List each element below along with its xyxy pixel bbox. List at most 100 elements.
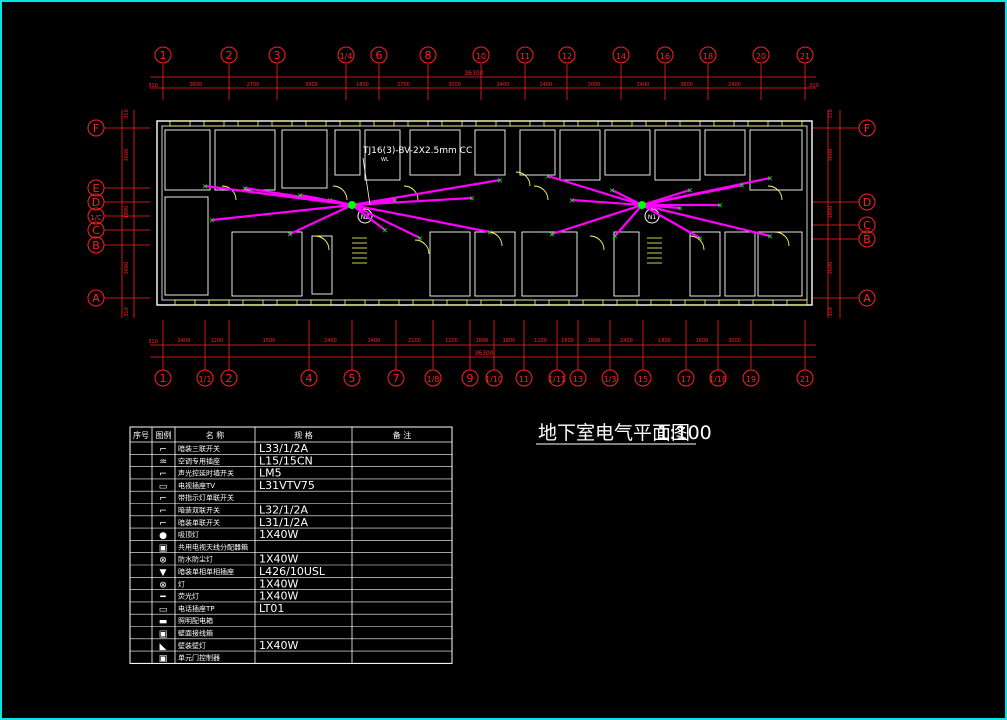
legend-spec: L32/1/2A	[259, 504, 309, 517]
legend-header: 规 格	[294, 430, 313, 440]
dim-bottom-label: 1800	[696, 338, 709, 344]
dim-top-label: 1800	[356, 82, 369, 88]
legend-name: 暗装双联开关	[178, 506, 220, 515]
window-top	[339, 120, 361, 127]
window-bottom	[480, 299, 502, 306]
legend-spec: L31VTV75	[259, 479, 315, 492]
legend-spec: L15/15CN	[259, 454, 313, 467]
window-bottom	[616, 299, 638, 306]
dim-top-label: 2700	[247, 82, 260, 88]
legend-table: 序号 图例 名 称 规 格 备 注 ⌐ 暗装三联开关 L33/1/2A ♒ 空调专用插座 L15/1…	[129, 426, 453, 664]
legend-symbol-icon: ▬	[159, 617, 168, 627]
light-fixture-icon: ✕	[202, 182, 207, 192]
axis-bubble-top-label: 16	[660, 52, 670, 61]
dim-right-label: 3600	[828, 262, 834, 275]
cable-leader	[362, 157, 371, 206]
dim-left-label: 310	[124, 307, 130, 317]
legend-spec: L426/10USL	[259, 565, 326, 578]
window-top	[611, 120, 633, 127]
light-fixture-icon: ✕	[609, 186, 614, 196]
dim-bottom-label: 1200	[534, 338, 547, 344]
light-fixture-icon: ✕	[497, 176, 502, 186]
light-fixture-icon: ✕	[767, 232, 772, 242]
floor-plan: NZ N1	[156, 120, 813, 306]
axis-bubble-right-label: B	[863, 233, 871, 246]
axis-bubble-top-label: 3	[274, 49, 281, 62]
axis-bubble-bottom-label: 1/18	[709, 375, 727, 384]
legend-symbol-icon: ▣	[159, 543, 168, 553]
legend-symbol-icon: ⌐	[159, 519, 167, 529]
legend-name: 灯	[178, 579, 185, 588]
axis-bubble-bottom-label: 1/10	[485, 375, 503, 384]
window-top	[169, 120, 191, 127]
door-swing	[774, 231, 790, 247]
drawing-scale: 1:100	[657, 422, 712, 444]
window-top	[203, 120, 225, 127]
room	[704, 129, 746, 176]
axis-bubble-bottom-label: 7	[393, 372, 400, 385]
window-top	[271, 120, 293, 127]
legend-name: 吸顶灯	[178, 530, 199, 539]
dim-top-end-left: 310	[148, 83, 158, 89]
wire-run	[351, 203, 491, 234]
dim-right-label: 3600	[828, 149, 834, 162]
axis-bubble-top-label: 2	[226, 49, 233, 62]
axis-bubble-left-label: C	[92, 224, 100, 237]
light-fixture-icon: ✕	[487, 228, 492, 238]
room	[519, 129, 556, 176]
legend-name: 电视插座TV	[178, 481, 215, 490]
room	[689, 231, 721, 297]
legend-name: 电话插座TP	[178, 604, 215, 613]
dim-bottom-label: 1800	[561, 338, 574, 344]
window-bottom	[548, 299, 570, 306]
axis-bubble-top-label: 8	[425, 49, 432, 62]
light-fixture-icon: ✕	[717, 201, 722, 211]
room	[521, 231, 578, 297]
legend-symbol-icon: ⌐	[159, 445, 167, 455]
room	[604, 129, 651, 176]
legend-name: 暗装单联开关	[178, 518, 220, 527]
dim-top-end-right: 310	[809, 83, 819, 89]
light-fixture-icon: ✕	[287, 230, 292, 240]
legend-spec: LM5	[259, 467, 282, 480]
dim-bottom-label: 2400	[368, 338, 381, 344]
legend-symbol-icon: ◣	[160, 642, 167, 652]
axis-bubble-bottom-label: 1/8	[427, 375, 440, 384]
window-bottom	[276, 299, 298, 306]
window-bottom	[684, 299, 706, 306]
legend-name: 防水防尘灯	[178, 555, 213, 564]
axis-bubble-top-label: 11	[520, 52, 530, 61]
axis-bubble-right-label: D	[863, 196, 871, 209]
legend-symbol-icon: ▣	[159, 654, 168, 664]
axis-bubble-bottom-label: 11	[519, 375, 529, 384]
dim-bottom-label: 1800	[503, 338, 516, 344]
dim-top-label: 2400	[728, 82, 741, 88]
axis-bubble-top-label: 12	[562, 52, 572, 61]
room	[757, 231, 803, 297]
axis-bubble-bottom-label: 15	[638, 375, 648, 384]
junction-box	[348, 201, 356, 209]
window-bottom	[378, 299, 400, 306]
legend-spec: 1X40W	[259, 553, 299, 566]
door-swing	[403, 185, 419, 201]
dim-top-label: 3000	[588, 82, 601, 88]
legend-header: 名 称	[206, 430, 225, 440]
axis-bubble-bottom-label: 1	[160, 372, 167, 385]
axis-bubble-top-label: 1	[160, 49, 167, 62]
legend-symbol-icon: ⌐	[159, 470, 167, 480]
light-fixture-icon: ✕	[677, 204, 682, 214]
axis-bubble-bottom-label: 1/11	[548, 375, 566, 384]
light-fixture-icon: ✕	[767, 174, 772, 184]
door-swing	[767, 185, 783, 201]
dim-top-label: 3600	[680, 82, 693, 88]
window-bottom	[650, 299, 672, 306]
light-fixture-icon: ✕	[242, 184, 247, 194]
axis-bubble-bottom-label: 9	[467, 372, 474, 385]
legend-symbol-icon: ⌐	[159, 494, 167, 504]
legend-name: 荧光灯	[178, 592, 199, 601]
dim-bottom-label: 1200	[211, 338, 224, 344]
dim-top-label: 3600	[190, 82, 203, 88]
cad-drawing-canvas[interactable]: 1 2 3 1/4 6 8 10 11 12 14 16 18 20 2136300310 3103600 2…	[0, 0, 1007, 720]
legend-name: 暗装单相单相插座	[178, 567, 234, 576]
dim-bottom-end-left: 310	[148, 339, 158, 345]
